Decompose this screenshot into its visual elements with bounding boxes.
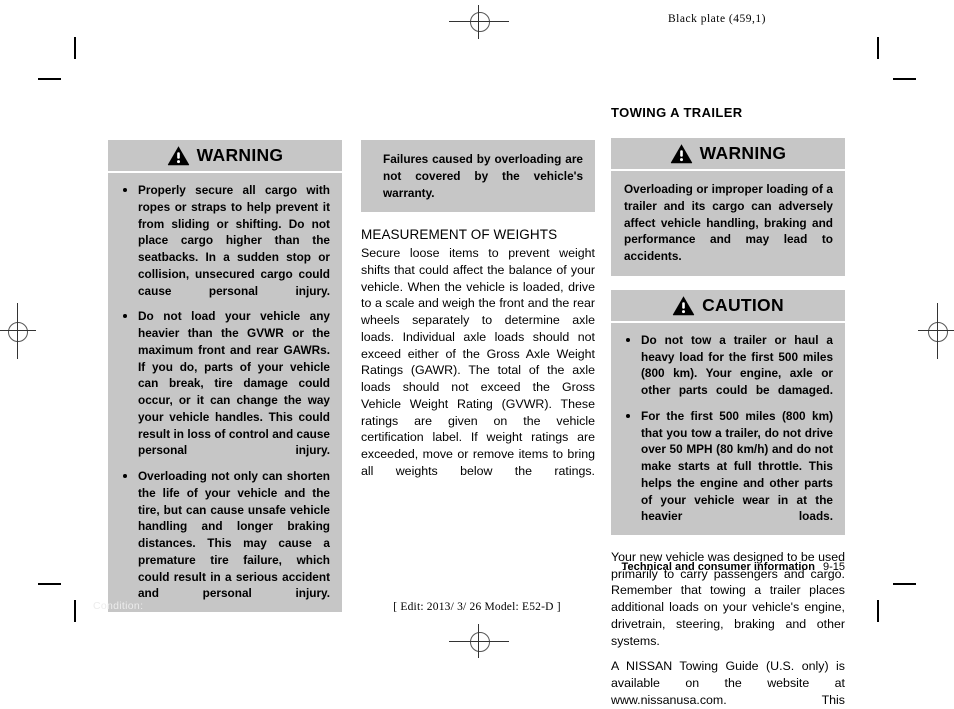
list-item: Do not load your vehicle any heavier tha… bbox=[120, 308, 330, 459]
caution-box-title: CAUTION bbox=[702, 294, 784, 315]
warning-box-trailer: WARNING Overloading or improper loading … bbox=[611, 138, 845, 276]
warning-box-title: WARNING bbox=[699, 142, 787, 163]
caution-box-towing: CAUTION Do not tow a trailer or haul a h… bbox=[611, 289, 845, 535]
registration-mark-top bbox=[449, 5, 509, 40]
list-item: Properly secure all cargo with ropes or … bbox=[120, 182, 330, 299]
crop-mark-top-left-vertical bbox=[74, 37, 76, 59]
warning-bullet-list: Properly secure all cargo with ropes or … bbox=[120, 182, 330, 602]
registration-mark-left bbox=[0, 303, 38, 359]
page-footer: Technical and consumer information 9-15 bbox=[611, 561, 845, 573]
warning-triangle-icon bbox=[670, 144, 692, 164]
warning-box-header: WARNING bbox=[611, 138, 845, 169]
warning-bullet-text: Properly secure all cargo with ropes or … bbox=[138, 183, 330, 298]
subheading-measurement-of-weights: MEASUREMENT OF WEIGHTS bbox=[361, 227, 558, 243]
warning-box-cargo: WARNING Properly secure all cargo with r… bbox=[108, 140, 342, 612]
list-item: Overloading not only can shorten the lif… bbox=[120, 468, 330, 602]
crop-mark-bottom-left-horizontal bbox=[38, 583, 61, 585]
crop-mark-top-right-horizontal bbox=[893, 78, 916, 80]
warning-continued-box: Failures caused by overloading are not c… bbox=[361, 140, 595, 213]
crop-mark-bottom-right-horizontal bbox=[893, 583, 916, 585]
warning-box-title: WARNING bbox=[196, 144, 284, 165]
edit-model-mark: [ Edit: 2013/ 3/ 26 Model: E52-D ] bbox=[393, 601, 561, 613]
warning-bullet-text: Do not load your vehicle any heavier tha… bbox=[138, 309, 330, 458]
caution-bullet-text: For the first 500 miles (800 km) that yo… bbox=[641, 408, 833, 524]
body-paragraph: Secure loose items to prevent weight shi… bbox=[361, 246, 595, 478]
column-three: TOWING A TRAILER WARNING Overloading or … bbox=[611, 105, 845, 709]
caution-bullet-text: Do not tow a trailer or haul a heavy loa… bbox=[641, 332, 833, 397]
warning-box-body: Properly secure all cargo with ropes or … bbox=[108, 173, 342, 612]
column-one: WARNING Properly secure all cargo with r… bbox=[108, 140, 342, 626]
crop-mark-top-left-horizontal bbox=[38, 78, 61, 80]
warning-box-header: WARNING bbox=[108, 140, 342, 171]
caution-bullet-list: Do not tow a trailer or haul a heavy loa… bbox=[623, 332, 833, 525]
column-two: Failures caused by overloading are not c… bbox=[361, 140, 595, 480]
warning-box-body: Overloading or improper loading of a tra… bbox=[611, 171, 845, 276]
registration-mark-right bbox=[916, 303, 954, 359]
list-item: For the first 500 miles (800 km) that yo… bbox=[623, 408, 833, 525]
list-item: Do not tow a trailer or haul a heavy loa… bbox=[623, 332, 833, 399]
warning-triangle-icon bbox=[167, 146, 189, 166]
black-plate-label: Black plate (459,1) bbox=[668, 13, 766, 25]
body-paragraph: A NISSAN Towing Guide (U.S. only) is ava… bbox=[611, 659, 845, 707]
crop-mark-top-right-vertical bbox=[877, 37, 879, 59]
footer-chapter-name: Technical and consumer information bbox=[621, 561, 815, 573]
warning-bullet-text: Overloading not only can shorten the lif… bbox=[138, 469, 330, 601]
footer-page-number: 9-15 bbox=[822, 561, 845, 573]
page-title: TOWING A TRAILER bbox=[611, 105, 743, 120]
registration-mark-bottom bbox=[449, 624, 509, 659]
caution-box-header: CAUTION bbox=[611, 289, 845, 321]
caution-box-body: Do not tow a trailer or haul a heavy loa… bbox=[611, 322, 845, 535]
caution-triangle-icon bbox=[672, 295, 695, 316]
